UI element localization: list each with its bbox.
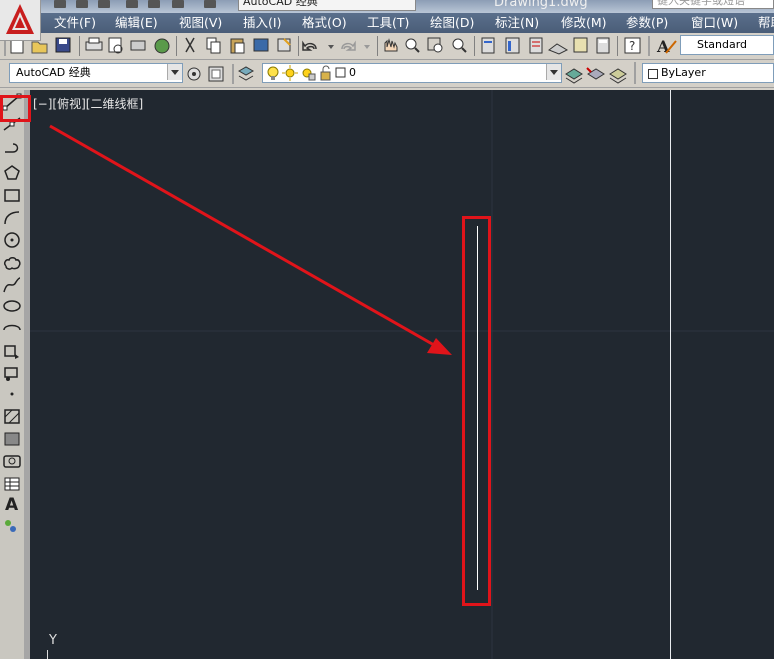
autocad-logo-icon [6,4,34,34]
app-logo[interactable] [0,0,41,41]
annotation-arrow-icon [49,124,452,355]
